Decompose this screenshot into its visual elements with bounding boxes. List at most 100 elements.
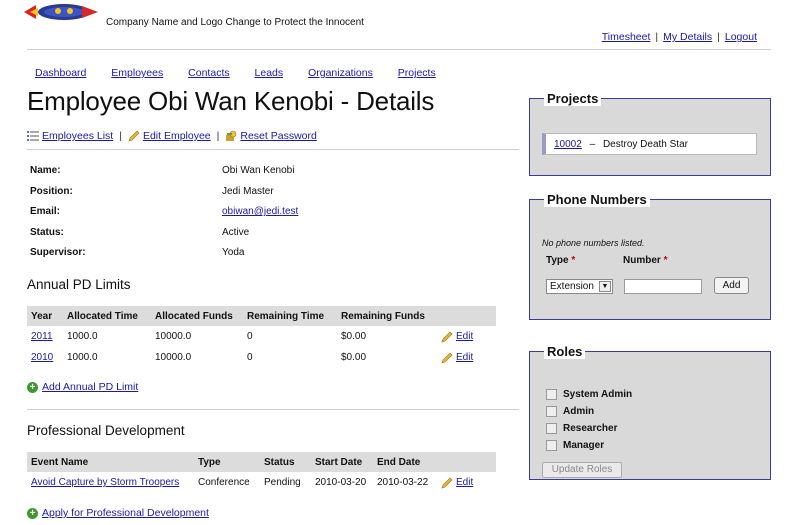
table-cell: 0 <box>247 331 253 342</box>
column-header: End Date <box>373 452 437 472</box>
table-cell: $0.00 <box>341 331 367 342</box>
add-pd-limit[interactable]: + Add Annual PD Limit <box>27 381 138 393</box>
column-header: Start Date <box>311 452 373 472</box>
detail-row-email: Email: obiwan@jedi.test <box>30 206 510 227</box>
project-code-link[interactable]: 10002 <box>554 139 582 150</box>
edit-link[interactable]: Edit <box>456 477 473 488</box>
type-label: Type * <box>546 255 576 266</box>
pencil-icon <box>441 477 453 488</box>
checkbox[interactable] <box>546 440 557 451</box>
timesheet-link[interactable]: Timesheet <box>602 31 651 43</box>
role-admin[interactable]: Admin <box>546 406 594 417</box>
nav-employees[interactable]: Employees <box>111 67 163 79</box>
project-dash: – <box>589 139 596 150</box>
role-researcher[interactable]: Researcher <box>546 423 617 434</box>
nav-organizations[interactable]: Organizations <box>308 67 373 79</box>
actions-divider <box>27 149 519 150</box>
add-icon: + <box>27 507 38 519</box>
add-icon: + <box>27 381 38 393</box>
detail-value: Obi Wan Kenobi <box>222 165 295 176</box>
column-header: Allocated Funds <box>151 306 243 326</box>
apply-prof-dev-link[interactable]: Apply for Professional Development <box>42 507 209 519</box>
year-link[interactable]: 2010 <box>31 352 53 363</box>
pencil-icon <box>441 331 453 342</box>
update-roles-button[interactable]: Update Roles <box>542 462 622 478</box>
phone-numbers-legend: Phone Numbers <box>544 192 650 207</box>
table-cell: 2010-03-22 <box>377 477 429 488</box>
employees-list-link[interactable]: Employees List <box>42 130 113 142</box>
nav-contacts[interactable]: Contacts <box>188 67 229 79</box>
table-cell: $0.00 <box>341 352 367 363</box>
phone-type-select[interactable]: Extension ▼ <box>546 279 613 294</box>
year-link[interactable]: 2011 <box>31 331 53 342</box>
edit-employee-link[interactable]: Edit Employee <box>143 130 211 142</box>
column-header: Type <box>194 452 260 472</box>
detail-label: Position: <box>30 185 73 197</box>
header-divider <box>27 49 771 50</box>
nav-leads[interactable]: Leads <box>255 67 284 79</box>
nav-projects[interactable]: Projects <box>398 67 436 79</box>
add-pd-limit-link[interactable]: Add Annual PD Limit <box>42 381 138 393</box>
chevron-down-icon[interactable]: ▼ <box>599 281 611 292</box>
nav-separator: | <box>655 31 659 43</box>
nav-dashboard[interactable]: Dashboard <box>35 67 86 79</box>
detail-label: Status: <box>30 226 64 238</box>
checkbox[interactable] <box>546 423 557 434</box>
role-label: Manager <box>563 440 605 451</box>
role-manager[interactable]: Manager <box>546 440 604 451</box>
main-navigation: Dashboard Employees Contacts Leads Organ… <box>35 67 458 79</box>
phone-number-input[interactable] <box>624 279 702 294</box>
number-label: Number * <box>623 255 668 266</box>
detail-label: Supervisor: <box>30 247 86 258</box>
detail-label: Name: <box>30 165 61 176</box>
email-link[interactable]: obiwan@jedi.test <box>222 206 298 217</box>
column-header: Status <box>260 452 311 472</box>
table-cell: 10000.0 <box>155 331 192 342</box>
phone-numbers-panel: Phone Numbers No phone numbers listed. T… <box>529 192 771 320</box>
role-system-admin[interactable]: System Admin <box>546 389 632 400</box>
my-details-link[interactable]: My Details <box>663 31 712 43</box>
table-cell: 1000.0 <box>67 352 98 363</box>
column-header: Remaining Funds <box>337 306 437 326</box>
page-title: Employee Obi Wan Kenobi - Details <box>27 86 435 116</box>
roles-legend: Roles <box>544 344 586 359</box>
edit-link[interactable]: Edit <box>456 331 473 342</box>
detail-value: Yoda <box>222 247 245 258</box>
detail-value: Jedi Master <box>222 185 274 197</box>
apply-prof-dev[interactable]: + Apply for Professional Development <box>27 507 209 519</box>
checkbox[interactable] <box>546 389 557 400</box>
event-link[interactable]: Avoid Capture by Storm Troopers <box>31 477 179 488</box>
add-phone-button[interactable]: Add <box>714 277 749 294</box>
list-icon <box>27 131 39 141</box>
pencil-icon <box>441 352 453 363</box>
table-cell: 1000.0 <box>67 331 98 342</box>
no-phones-message: No phone numbers listed. <box>542 238 645 248</box>
column-header <box>437 306 496 326</box>
logout-link[interactable]: Logout <box>725 31 757 43</box>
role-label: Admin <box>563 406 595 417</box>
detail-row-supervisor: Supervisor: Yoda <box>30 247 510 268</box>
required-marker: * <box>571 255 576 266</box>
column-header: Event Name <box>27 452 194 472</box>
checkbox[interactable] <box>546 406 557 417</box>
projects-panel: Projects 10002 – Destroy Death Star <box>529 91 771 176</box>
detail-row-name: Name: Obi Wan Kenobi <box>30 165 510 186</box>
project-item: 10002 – Destroy Death Star <box>542 133 757 155</box>
table-cell: 0 <box>247 352 253 363</box>
nav-separator: | <box>717 31 720 43</box>
table-row: Avoid Capture by Storm Troopers Conferen… <box>27 472 496 493</box>
prof-dev-heading: Professional Development <box>27 423 185 438</box>
action-bar: Employees List | Edit Employee | Reset P… <box>27 130 317 142</box>
company-logo[interactable] <box>22 0 102 27</box>
page-header: Company Name and Logo Change to Protect … <box>0 0 800 50</box>
roles-panel: Roles System Admin Admin Researcher Mana… <box>529 344 771 480</box>
column-header: Remaining Time <box>243 306 337 326</box>
project-name: Destroy Death Star <box>602 139 688 150</box>
column-header: Year <box>27 306 63 326</box>
projects-legend: Projects <box>544 91 602 106</box>
table-cell: 2010-03-20 <box>315 477 367 488</box>
reset-password-link[interactable]: Reset Password <box>240 130 316 142</box>
edit-link[interactable]: Edit <box>456 352 473 363</box>
action-separator: | <box>216 130 220 142</box>
section-divider <box>27 409 519 410</box>
